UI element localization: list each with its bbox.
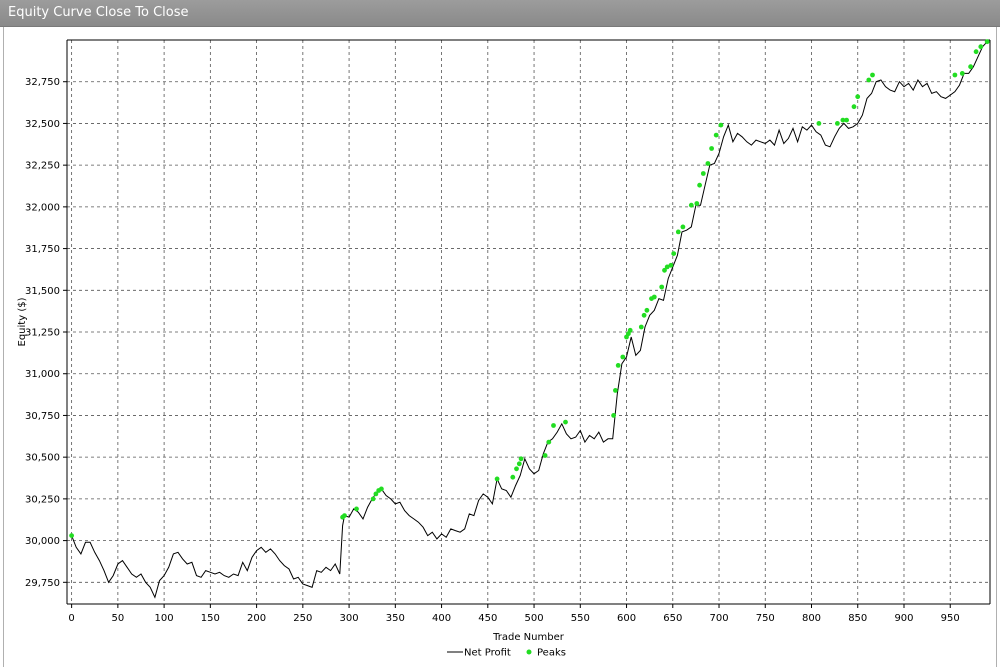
x-tick-label: 350 bbox=[386, 613, 405, 624]
y-tick-label: 30,250 bbox=[25, 494, 60, 505]
y-tick-label: 32,250 bbox=[25, 161, 60, 172]
legend-peaks-label: Peaks bbox=[537, 648, 566, 659]
y-tick-labels: 29,750 30,000 30,250 30,500 30,750 31,000 31,2… bbox=[25, 77, 60, 589]
axes bbox=[63, 39, 991, 608]
x-tick-label: 500 bbox=[525, 613, 544, 624]
peak-point bbox=[713, 132, 719, 138]
x-tick-label: 450 bbox=[478, 613, 497, 624]
peak-point bbox=[816, 121, 822, 126]
y-tick-label: 29,750 bbox=[25, 578, 60, 589]
x-tick-label: 950 bbox=[941, 613, 960, 624]
peak-point bbox=[611, 413, 616, 418]
x-tick-label: 250 bbox=[293, 613, 312, 624]
peak-point bbox=[844, 117, 849, 123]
x-tick-label: 0 bbox=[68, 613, 74, 624]
x-tick-label: 150 bbox=[201, 613, 220, 624]
x-tick-label: 550 bbox=[571, 613, 590, 624]
peak-point bbox=[370, 496, 376, 502]
y-tick-label: 30,000 bbox=[25, 536, 60, 547]
y-axis-label: Equity ($) bbox=[17, 297, 28, 346]
peak-point bbox=[675, 229, 681, 235]
peak-point bbox=[518, 456, 524, 462]
y-tick-label: 32,000 bbox=[25, 202, 60, 213]
peak-point bbox=[551, 423, 556, 428]
legend-net-profit-label: Net Profit bbox=[464, 648, 511, 659]
y-tick-label: 30,500 bbox=[25, 453, 60, 464]
peak-point bbox=[709, 146, 714, 151]
x-tick-label: 50 bbox=[111, 613, 124, 624]
peak-point bbox=[952, 72, 958, 78]
series-lines bbox=[71, 41, 988, 599]
peak-point bbox=[379, 486, 384, 492]
peak-points bbox=[69, 39, 990, 538]
peak-point bbox=[644, 307, 650, 313]
peak-point bbox=[668, 262, 674, 268]
net-profit-line bbox=[71, 41, 988, 599]
y-tick-label: 30,750 bbox=[25, 411, 60, 422]
y-tick-label: 31,500 bbox=[25, 286, 60, 297]
peak-point bbox=[959, 71, 965, 76]
peak-point bbox=[978, 44, 984, 50]
peak-point bbox=[69, 533, 74, 538]
peak-point bbox=[615, 363, 621, 368]
peak-point bbox=[851, 104, 857, 110]
y-tick-label: 31,000 bbox=[25, 369, 60, 380]
peak-point bbox=[563, 419, 568, 425]
peak-point bbox=[613, 388, 618, 393]
x-tick-label: 850 bbox=[848, 613, 867, 624]
peak-point bbox=[514, 466, 519, 472]
grid-lines bbox=[67, 40, 990, 604]
peak-point bbox=[870, 72, 875, 78]
peak-point bbox=[342, 513, 347, 518]
x-tick-label: 750 bbox=[756, 613, 775, 624]
peak-point bbox=[546, 439, 552, 445]
peak-point bbox=[694, 201, 700, 206]
peak-point bbox=[973, 49, 979, 55]
legend: Net Profit Peaks bbox=[447, 648, 566, 659]
peak-point bbox=[510, 474, 516, 480]
y-tick-label: 32,750 bbox=[25, 77, 60, 88]
peak-point bbox=[638, 324, 644, 330]
peak-point bbox=[627, 327, 633, 333]
x-tick-labels: 0 50 100 150 200 250 300 350 400 450 500 550 600 650 7… bbox=[68, 613, 959, 624]
x-tick-label: 400 bbox=[432, 613, 451, 624]
legend-peaks-swatch bbox=[526, 649, 532, 655]
peak-point bbox=[866, 77, 872, 83]
peak-point bbox=[651, 294, 657, 300]
peak-point bbox=[835, 121, 840, 126]
x-tick-label: 300 bbox=[340, 613, 359, 624]
y-tick-label: 31,250 bbox=[25, 328, 60, 339]
x-tick-label: 100 bbox=[155, 613, 174, 624]
y-tick-label: 32,500 bbox=[25, 119, 60, 130]
peak-point bbox=[680, 224, 686, 230]
peak-point bbox=[718, 122, 724, 128]
peak-point bbox=[697, 182, 702, 188]
peak-point bbox=[494, 476, 500, 482]
x-tick-label: 600 bbox=[617, 613, 636, 624]
peak-point bbox=[620, 354, 626, 360]
x-axis-label: Trade Number bbox=[492, 632, 565, 643]
peak-point bbox=[671, 251, 677, 256]
peak-point bbox=[700, 171, 706, 176]
x-tick-label: 650 bbox=[663, 613, 682, 624]
x-tick-label: 200 bbox=[247, 613, 266, 624]
peak-point bbox=[659, 284, 665, 290]
peak-point bbox=[688, 202, 694, 208]
peak-point bbox=[984, 39, 990, 45]
x-tick-label: 900 bbox=[894, 613, 913, 624]
peak-point bbox=[354, 506, 359, 512]
y-tick-label: 31,750 bbox=[25, 244, 60, 255]
peak-point bbox=[641, 312, 647, 318]
peak-point bbox=[542, 453, 548, 458]
x-tick-label: 700 bbox=[709, 613, 728, 624]
peak-point bbox=[705, 161, 711, 166]
peak-point bbox=[855, 94, 861, 100]
peak-point bbox=[968, 64, 973, 70]
equity-chart: 0 50 100 150 200 250 300 350 400 450 500 550 600 650 7… bbox=[17, 39, 991, 659]
x-tick-label: 800 bbox=[802, 613, 821, 624]
peak-point bbox=[516, 461, 522, 467]
